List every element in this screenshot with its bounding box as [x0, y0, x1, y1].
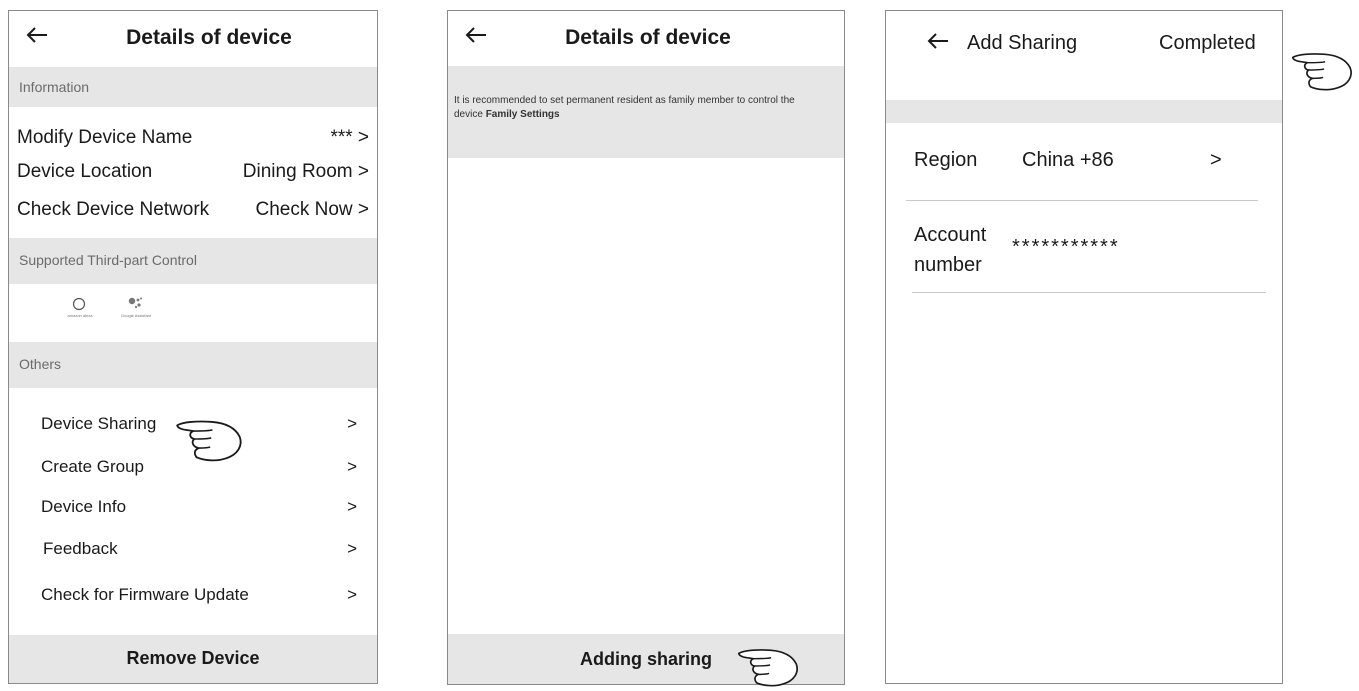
region-label: Region [914, 149, 978, 171]
notice-text: It is recommended to set permanent resid… [454, 94, 826, 122]
row-label: Feedback [43, 539, 118, 558]
section-label: Supported Third-part Control [19, 252, 197, 268]
section-divider-band [886, 100, 1282, 123]
header: Add Sharing Completed [886, 11, 1282, 99]
back-arrow-icon[interactable] [25, 25, 49, 45]
chevron-right-icon: > [1210, 149, 1222, 171]
feedback-row[interactable]: Feedback > [43, 539, 357, 563]
screen-device-details-sharing: Details of device It is recommended to s… [447, 10, 845, 685]
alexa-control[interactable]: amazon alexa [61, 297, 101, 327]
section-header-others: Others [9, 342, 377, 388]
screen-device-details: Details of device Information Modify Dev… [8, 10, 378, 684]
section-header-third-party: Supported Third-part Control [9, 238, 377, 284]
pointing-hand-icon [737, 648, 799, 687]
row-label: Modify Device Name [17, 127, 193, 148]
check-device-network-row[interactable]: Check Device Network Check Now > [17, 199, 369, 225]
region-value: China +86 [1022, 149, 1114, 171]
row-label: Device Sharing [41, 414, 157, 433]
device-info-row[interactable]: Device Info > [41, 497, 357, 521]
back-arrow-icon[interactable] [926, 31, 950, 51]
chevron-right-icon: > [347, 497, 357, 516]
row-label: Device Location [17, 161, 153, 182]
page-title: Add Sharing [967, 32, 1078, 54]
account-number-field[interactable]: *********** [1012, 236, 1120, 259]
google-assistant-icon [128, 297, 142, 309]
row-value: *** > [330, 127, 369, 148]
modify-device-name-row[interactable]: Modify Device Name *** > [17, 127, 369, 153]
divider [906, 200, 1258, 201]
row-value: Check Now > [255, 199, 369, 220]
pointing-hand-icon [176, 420, 242, 462]
divider [912, 292, 1266, 293]
account-number-row[interactable]: Account number *********** [914, 220, 1260, 280]
pointing-hand-icon [1291, 53, 1352, 91]
remove-device-button[interactable]: Remove Device [9, 635, 377, 683]
account-number-label: Account number [914, 224, 987, 276]
section-header-information: Information [9, 67, 377, 107]
chevron-right-icon: > [347, 585, 357, 604]
page-title: Details of device [565, 26, 731, 49]
device-location-row[interactable]: Device Location Dining Room > [17, 161, 369, 187]
chevron-right-icon: > [347, 539, 357, 558]
chevron-right-icon: > [347, 414, 357, 433]
firmware-update-row[interactable]: Check for Firmware Update > [41, 585, 357, 609]
row-label: Device Info [41, 497, 127, 516]
google-assistant-control[interactable]: Google Assistant [113, 296, 157, 326]
chevron-right-icon: > [347, 457, 357, 476]
section-label: Information [19, 79, 90, 95]
completed-button[interactable]: Completed [1159, 32, 1256, 55]
alexa-label: amazon alexa [67, 313, 93, 318]
family-settings-link[interactable]: Family Settings [486, 109, 560, 120]
alexa-ring-icon [72, 297, 86, 311]
region-row[interactable]: Region China +86 > [914, 149, 1260, 179]
section-label: Others [19, 356, 62, 372]
row-label: Check Device Network [17, 199, 210, 220]
remove-device-label: Remove Device [126, 648, 260, 668]
screen-add-sharing: Add Sharing Completed Region China +86 >… [885, 10, 1283, 684]
back-arrow-icon[interactable] [464, 25, 488, 45]
row-value: Dining Room > [242, 161, 369, 182]
family-notice-banner: It is recommended to set permanent resid… [448, 66, 844, 158]
row-label: Check for Firmware Update [41, 585, 249, 604]
google-label: Google Assistant [120, 313, 152, 318]
header: Details of device [448, 11, 844, 66]
page-title: Details of device [126, 26, 292, 49]
row-label: Create Group [41, 457, 144, 476]
header: Details of device [9, 11, 377, 66]
